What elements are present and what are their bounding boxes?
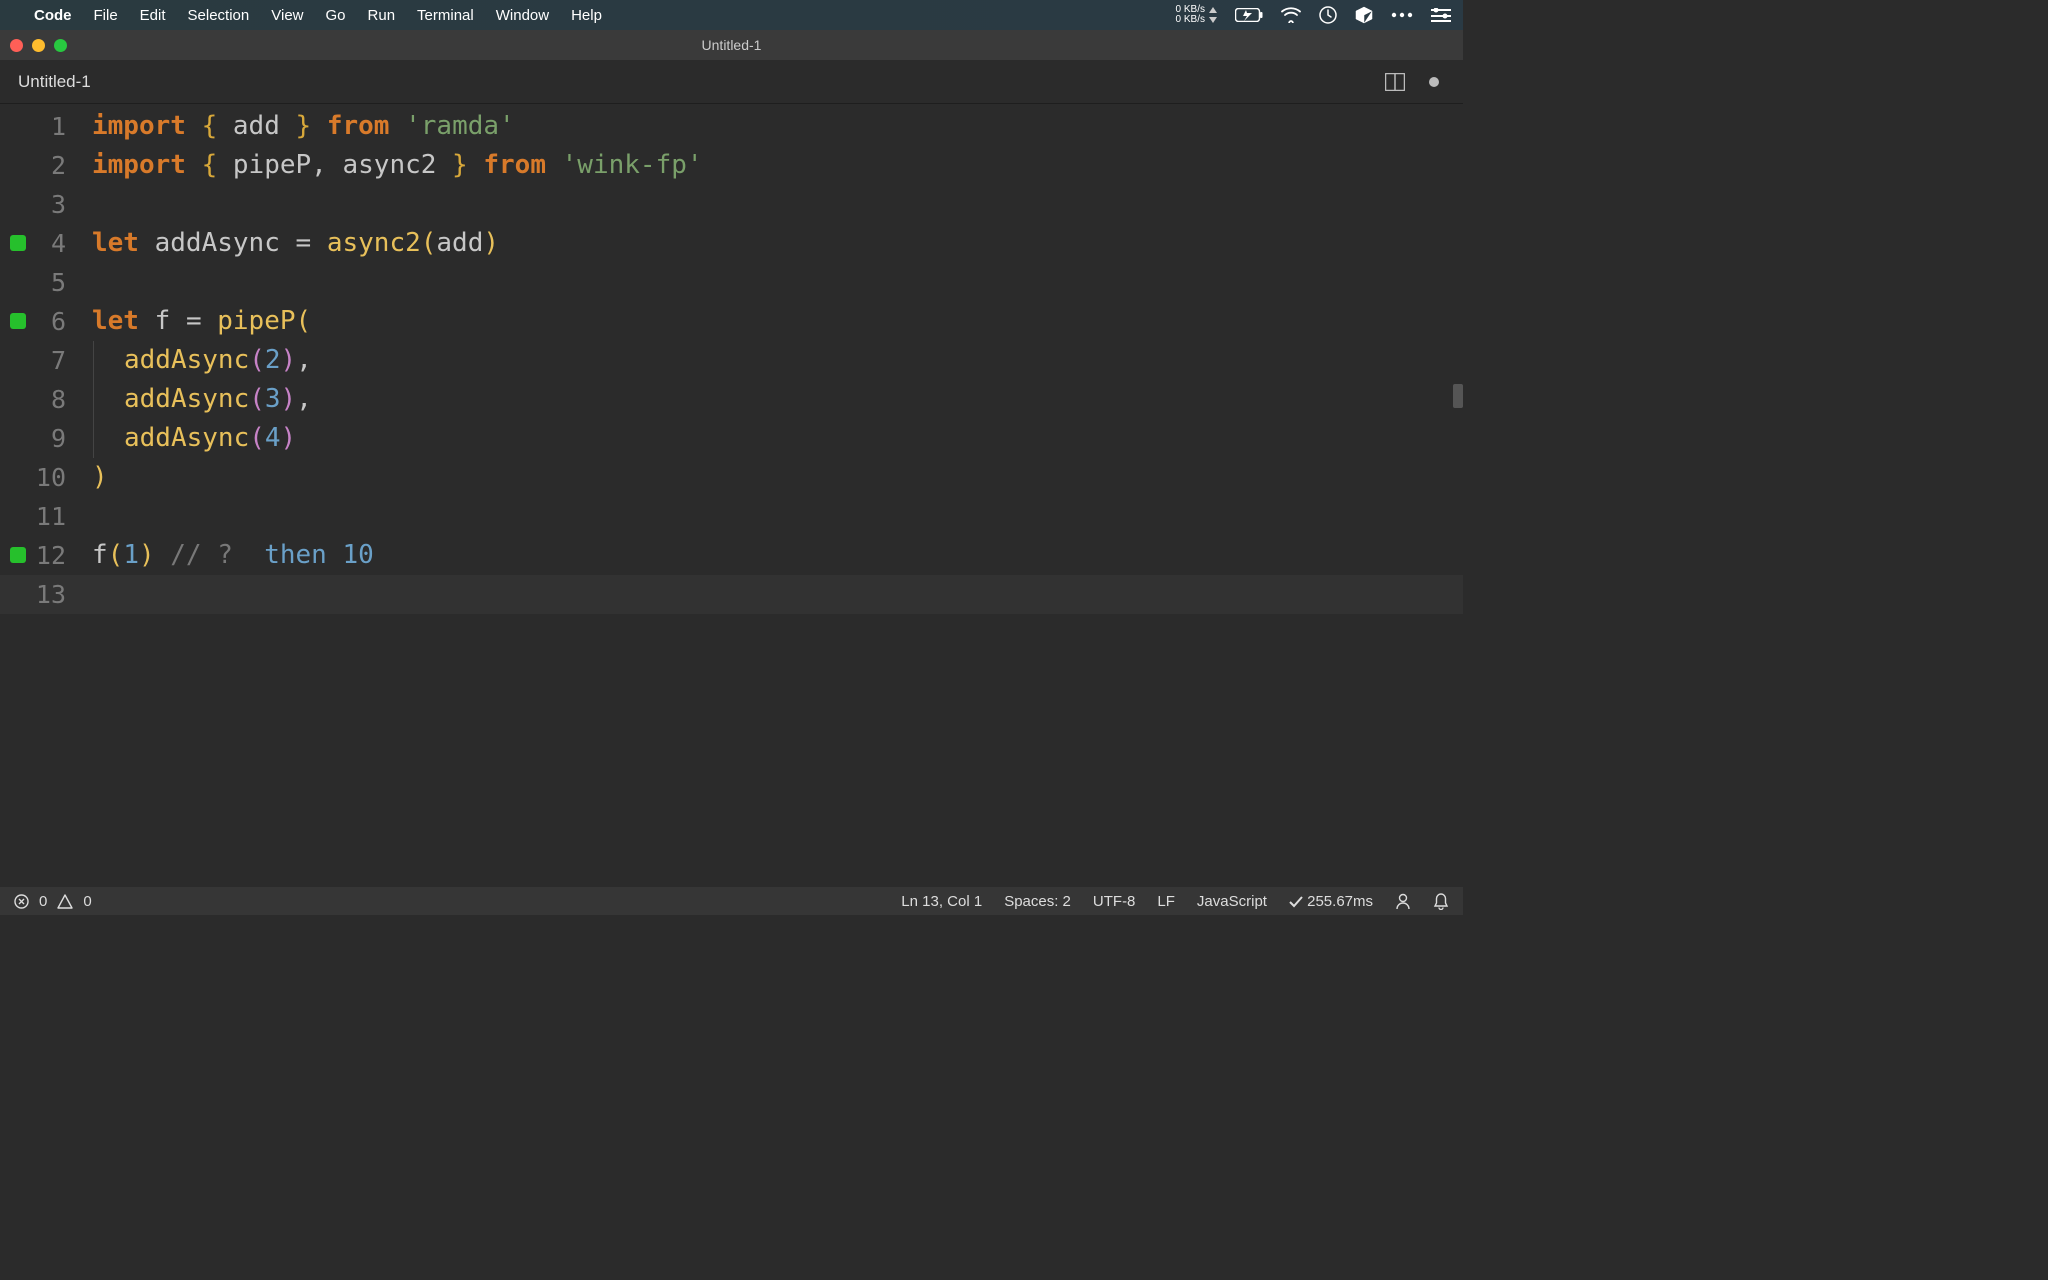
code-line[interactable]: 13 (0, 575, 1463, 614)
line-number: 7 (0, 341, 92, 380)
tab-bar: Untitled-1 (0, 60, 1463, 104)
line-number: 11 (0, 497, 92, 536)
mac-menubar: Code File Edit Selection View Go Run Ter… (0, 0, 1463, 30)
code-line[interactable]: 5 (0, 263, 1463, 302)
cube-icon[interactable] (1355, 6, 1373, 24)
encoding[interactable]: UTF-8 (1093, 893, 1136, 910)
code-content: let addAsync = async2(add) (92, 224, 499, 263)
code-editor[interactable]: 1import { add } from 'ramda'2import { pi… (0, 104, 1463, 887)
status-bar: 0 0 Ln 13, Col 1 Spaces: 2 UTF-8 LF Java… (0, 887, 1463, 915)
gutter-marker[interactable] (10, 235, 26, 251)
code-line[interactable]: 1import { add } from 'ramda' (0, 107, 1463, 146)
menu-terminal[interactable]: Terminal (417, 7, 474, 24)
line-number: 5 (0, 263, 92, 302)
indent-guide (93, 380, 124, 419)
split-editor-icon[interactable] (1385, 73, 1405, 91)
code-content: let f = pipeP( (92, 302, 311, 341)
up-arrow-icon (1209, 7, 1217, 13)
code-line[interactable]: 4let addAsync = async2(add) (0, 224, 1463, 263)
menu-view[interactable]: View (271, 7, 303, 24)
code-content: ) (92, 458, 108, 497)
menu-selection[interactable]: Selection (188, 7, 250, 24)
clock-icon[interactable] (1319, 6, 1337, 24)
gutter-marker[interactable] (10, 313, 26, 329)
indent-setting[interactable]: Spaces: 2 (1004, 893, 1071, 910)
more-icon[interactable] (1391, 12, 1413, 18)
window-title: Untitled-1 (702, 37, 762, 53)
battery-icon[interactable] (1235, 8, 1263, 22)
code-line[interactable]: 11 (0, 497, 1463, 536)
tab-dirty-indicator[interactable] (1429, 77, 1439, 87)
menu-file[interactable]: File (94, 7, 118, 24)
code-line[interactable]: 8addAsync(3), (0, 380, 1463, 419)
gutter-marker[interactable] (10, 547, 26, 563)
menu-go[interactable]: Go (326, 7, 346, 24)
code-content: f(1) // ? then 10 (92, 536, 374, 575)
tab-untitled-1[interactable]: Untitled-1 (0, 60, 109, 103)
window-minimize-button[interactable] (32, 39, 45, 52)
language-mode[interactable]: JavaScript (1197, 893, 1267, 910)
line-number: 8 (0, 380, 92, 419)
warning-icon[interactable] (57, 894, 73, 909)
network-stats: 0 KB/s 0 KB/s (1176, 5, 1217, 25)
line-number: 13 (0, 575, 92, 614)
code-line[interactable]: 3 (0, 185, 1463, 224)
warning-count[interactable]: 0 (83, 893, 91, 910)
eol[interactable]: LF (1157, 893, 1175, 910)
wifi-icon[interactable] (1281, 7, 1301, 23)
line-number: 3 (0, 185, 92, 224)
account-icon[interactable] (1395, 893, 1411, 910)
window-close-button[interactable] (10, 39, 23, 52)
down-arrow-icon (1209, 17, 1217, 23)
code-content: import { add } from 'ramda' (92, 107, 515, 146)
code-content: addAsync(3), (92, 380, 312, 419)
line-number: 9 (0, 419, 92, 458)
error-icon[interactable] (14, 894, 29, 909)
code-content: addAsync(2), (92, 341, 312, 380)
code-line[interactable]: 10) (0, 458, 1463, 497)
window-maximize-button[interactable] (54, 39, 67, 52)
menu-run[interactable]: Run (368, 7, 396, 24)
code-line[interactable]: 2import { pipeP, async2 } from 'wink-fp' (0, 146, 1463, 185)
cursor-position[interactable]: Ln 13, Col 1 (901, 893, 982, 910)
line-number: 1 (0, 107, 92, 146)
quokka-timing[interactable]: 255.67ms (1289, 893, 1373, 910)
line-number: 10 (0, 458, 92, 497)
scrollbar-thumb[interactable] (1453, 384, 1463, 408)
check-icon (1289, 896, 1303, 908)
indent-guide (93, 419, 124, 458)
code-content: addAsync(4) (92, 419, 296, 458)
control-center-icon[interactable] (1431, 8, 1451, 22)
tab-label: Untitled-1 (18, 72, 91, 92)
menu-edit[interactable]: Edit (140, 7, 166, 24)
code-content: import { pipeP, async2 } from 'wink-fp' (92, 146, 703, 185)
bell-icon[interactable] (1433, 893, 1449, 910)
window-titlebar: Untitled-1 (0, 30, 1463, 60)
indent-guide (93, 341, 124, 380)
menu-help[interactable]: Help (571, 7, 602, 24)
menu-app-name[interactable]: Code (34, 7, 72, 24)
code-line[interactable]: 7addAsync(2), (0, 341, 1463, 380)
code-line[interactable]: 12f(1) // ? then 10 (0, 536, 1463, 575)
code-line[interactable]: 6let f = pipeP( (0, 302, 1463, 341)
line-number: 2 (0, 146, 92, 185)
net-down: 0 KB/s (1176, 15, 1205, 25)
menu-window[interactable]: Window (496, 7, 549, 24)
code-line[interactable]: 9addAsync(4) (0, 419, 1463, 458)
error-count[interactable]: 0 (39, 893, 47, 910)
